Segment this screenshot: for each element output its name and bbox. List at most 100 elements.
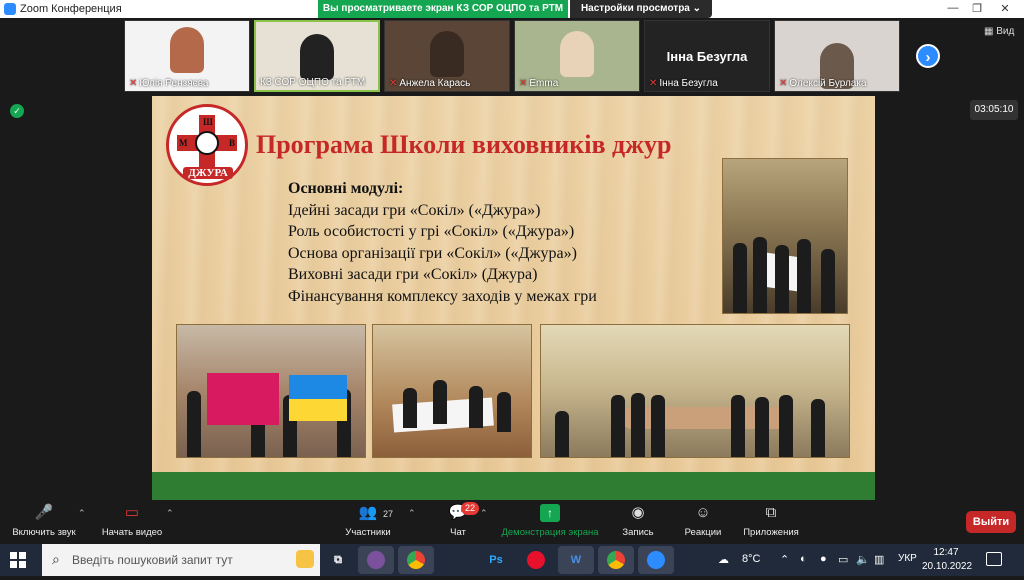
photo-person bbox=[651, 395, 665, 457]
participant-video bbox=[560, 31, 594, 77]
meeting-toolbar: 🎤 Включить звук ⌃ ▭ Начать видео ⌃ 👥 Уча… bbox=[0, 500, 1024, 544]
participant-video bbox=[430, 31, 464, 77]
viber-logo bbox=[367, 551, 385, 569]
photo-person bbox=[775, 245, 789, 313]
start-tile bbox=[19, 561, 26, 568]
photo-person bbox=[403, 387, 417, 428]
weather-cloud-icon[interactable]: ☁ bbox=[718, 553, 729, 566]
photo-person bbox=[755, 397, 769, 457]
photoshop-app-icon[interactable]: Ps bbox=[478, 546, 514, 574]
zoom-taskbar-icon[interactable] bbox=[638, 546, 674, 574]
unmute-button[interactable]: 🎤 Включить звук bbox=[8, 504, 80, 538]
participant-tile[interactable]: ✕ Emma bbox=[514, 20, 640, 92]
module-item: Виховні засади гри «Сокіл» (Джура) bbox=[288, 266, 538, 283]
photo-person bbox=[611, 395, 625, 457]
participant-label: ✕ Інна Безугла bbox=[649, 78, 718, 89]
participant-label: ✕ Emma bbox=[519, 78, 559, 89]
photo-person bbox=[433, 379, 447, 424]
tray-app-icon[interactable]: ● bbox=[820, 553, 827, 565]
restore-button[interactable]: ❐ bbox=[968, 2, 986, 15]
photo-person bbox=[797, 239, 811, 313]
participant-video bbox=[300, 34, 334, 80]
chrome-logo bbox=[607, 551, 625, 569]
photo-person bbox=[753, 237, 767, 313]
muted-mic-icon: ✕ bbox=[389, 78, 398, 89]
participants-label: Участники bbox=[345, 527, 391, 538]
view-options-dropdown[interactable]: Настройки просмотра ⌄ bbox=[570, 0, 712, 18]
participant-label: ✕ Олексій Бурлака bbox=[779, 78, 867, 89]
participant-label: ✕ Анжела Карась bbox=[389, 78, 471, 89]
apps-icon: ⧉ bbox=[765, 504, 777, 521]
minimize-button[interactable]: — bbox=[944, 2, 962, 14]
volume-icon[interactable]: 🔈 bbox=[856, 553, 870, 566]
language-indicator[interactable]: УКР bbox=[898, 553, 917, 564]
logo-letter: Ш bbox=[203, 117, 213, 127]
share-screen-button[interactable]: ↑ Демонстрация экрана bbox=[498, 504, 602, 538]
participant-label: КЗ СОР ОЦПО та РТМ bbox=[260, 77, 366, 88]
tray-chevron-icon[interactable]: ⌃ bbox=[780, 553, 789, 566]
reactions-icon: ☺ bbox=[695, 504, 711, 521]
participant-tile[interactable]: ✕ Олексій Бурлака bbox=[774, 20, 900, 92]
slide-bottom-bar bbox=[152, 472, 875, 500]
participant-tile[interactable]: ✕ Юлія Рензяєва bbox=[124, 20, 250, 92]
clock-time: 12:47 bbox=[933, 547, 959, 558]
shared-screen-slide: Ш М В ДЖУРА Програма Школи виховників дж… bbox=[152, 96, 875, 500]
search-placeholder: Введіть пошуковий запит тут bbox=[72, 553, 233, 567]
clock-date: 20.10.2022 bbox=[922, 561, 973, 572]
participant-tile[interactable]: Інна Безугла ✕ Інна Безугла bbox=[644, 20, 770, 92]
chat-chevron-icon[interactable]: ⌃ bbox=[480, 508, 488, 519]
task-view-icon[interactable]: ⧉ bbox=[320, 546, 356, 574]
reactions-button[interactable]: ☺ Реакции bbox=[680, 504, 726, 538]
search-highlight-icon bbox=[296, 550, 314, 568]
video-options-chevron-icon[interactable]: ⌃ bbox=[166, 508, 174, 519]
muted-mic-icon: ✕ bbox=[779, 78, 788, 89]
module-item: Ідейні засади гри «Сокіл» («Джура») bbox=[288, 201, 541, 219]
start-tile bbox=[10, 561, 17, 568]
notifications-icon[interactable] bbox=[986, 552, 1002, 566]
photo-person bbox=[731, 395, 745, 457]
participant-tile[interactable]: ✕ Анжела Карась bbox=[384, 20, 510, 92]
modules-list: Основні модулі: Ідейні засади гри «Сокіл… bbox=[288, 178, 597, 307]
windows-start-icon[interactable] bbox=[10, 552, 26, 568]
dzhura-logo: Ш М В ДЖУРА bbox=[166, 104, 248, 186]
taskbar-search-box[interactable]: ⌕ Введіть пошуковий запит тут bbox=[42, 544, 320, 576]
ukraine-flag bbox=[289, 399, 347, 421]
start-video-label: Начать видео bbox=[101, 527, 163, 538]
photo-person bbox=[821, 249, 835, 313]
network-icon[interactable]: ▥ bbox=[874, 553, 884, 566]
chrome-app-icon-2[interactable] bbox=[598, 546, 634, 574]
record-button[interactable]: ◉ Запись bbox=[616, 504, 660, 538]
muted-mic-icon: ✕ bbox=[649, 78, 658, 89]
close-button[interactable]: ✕ bbox=[996, 2, 1014, 15]
photo-person bbox=[555, 411, 569, 457]
window-title: Zoom Конференция bbox=[20, 3, 122, 15]
module-item: Основа організації гри «Сокіл» («Джура») bbox=[288, 244, 577, 262]
viber-app-icon[interactable] bbox=[358, 546, 394, 574]
zoom-app-icon bbox=[4, 3, 16, 15]
red-flag bbox=[207, 373, 279, 425]
gallery-view-button[interactable]: ▦ Вид bbox=[984, 26, 1014, 37]
record-icon: ◉ bbox=[631, 504, 645, 521]
opera-app-icon[interactable] bbox=[518, 546, 554, 574]
workshop-photo bbox=[372, 324, 532, 458]
tray-app-icon[interactable]: ◐ bbox=[800, 553, 807, 565]
weather-temperature[interactable]: 8°C bbox=[742, 553, 760, 565]
chrome-app-icon[interactable] bbox=[398, 546, 434, 574]
security-shield-icon[interactable]: ✓ bbox=[10, 104, 24, 118]
audio-options-chevron-icon[interactable]: ⌃ bbox=[78, 508, 86, 519]
apps-button[interactable]: ⧉ Приложения bbox=[740, 504, 802, 538]
modules-heading: Основні модулі: bbox=[288, 180, 404, 197]
taskbar-clock[interactable]: 12:47 20.10.2022 bbox=[922, 546, 973, 574]
battery-icon[interactable]: ▭ bbox=[838, 553, 848, 566]
ukraine-flag bbox=[289, 375, 347, 399]
participants-chevron-icon[interactable]: ⌃ bbox=[408, 508, 416, 519]
participant-tile-active[interactable]: КЗ СОР ОЦПО та РТМ bbox=[254, 20, 380, 92]
start-video-button[interactable]: ▭ Начать видео bbox=[96, 504, 168, 538]
next-page-arrow-icon[interactable]: › bbox=[916, 44, 940, 68]
microphone-off-icon: 🎤 bbox=[34, 504, 54, 521]
photo-people bbox=[541, 378, 849, 457]
word-app-icon[interactable]: W bbox=[558, 546, 594, 574]
leave-button[interactable]: Выйти bbox=[966, 511, 1016, 533]
participant-strip: ✕ Юлія Рензяєва КЗ СОР ОЦПО та РТМ ✕ Анжел… bbox=[0, 20, 1024, 94]
photo-person bbox=[779, 395, 793, 457]
